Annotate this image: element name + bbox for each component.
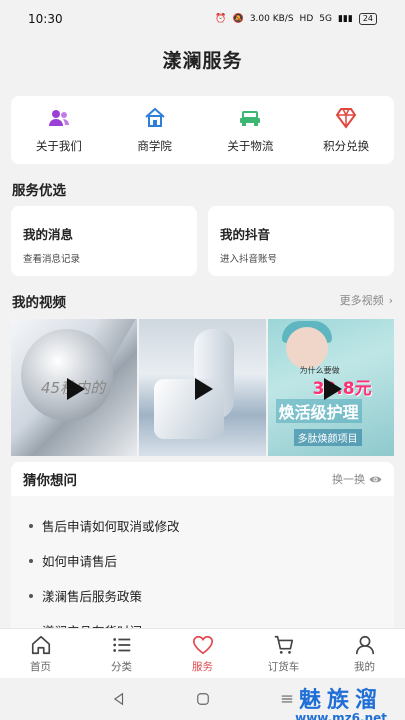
- tab-label: 首页: [30, 660, 51, 673]
- device-image: [154, 379, 225, 439]
- faq-item-text: 漾澜售后服务政策: [42, 589, 143, 604]
- quick-action-points-exchange[interactable]: 积分兑换: [298, 96, 394, 164]
- user-icon: [355, 635, 374, 654]
- bottom-tab-bar: 首页 分类 服务 订货车 我的: [0, 628, 405, 678]
- faq-item-text: 如何申请售后: [42, 554, 118, 569]
- more-videos-label: 更多视频: [339, 294, 384, 307]
- network-type: 5G: [319, 14, 332, 24]
- users-icon: [48, 110, 69, 126]
- quick-action-label: 积分兑换: [323, 139, 370, 153]
- feature-card-subtitle: 查看消息记录: [23, 254, 81, 265]
- status-bar: 10:30 ⏰ 🔕 3.00 KB/S HD 5G ▮▮▮ 24: [0, 0, 405, 38]
- service-section-title: 服务优选: [12, 183, 66, 199]
- status-time: 10:30: [28, 12, 63, 26]
- eye-icon: [369, 476, 382, 482]
- video-caption-main: 焕活级护理: [275, 399, 362, 423]
- video-caption-sub: 多肽焕颜项目: [293, 429, 362, 446]
- refresh-label: 换一换: [332, 473, 365, 486]
- page-title: 漾澜服务: [162, 50, 243, 72]
- feature-card-title: 我的抖音: [220, 227, 271, 242]
- watermark-url: www.mz6.net: [295, 711, 387, 720]
- quick-action-logistics[interactable]: 关于物流: [203, 96, 299, 164]
- faq-item-text: 售后申请如何取消或修改: [42, 519, 180, 534]
- play-icon: [67, 377, 86, 400]
- quick-action-label: 商学院: [137, 139, 172, 153]
- tab-label: 订货车: [267, 660, 300, 673]
- my-douyin-card[interactable]: 我的抖音 进入抖音账号: [208, 206, 394, 276]
- diamond-icon: [335, 108, 357, 129]
- quick-action-business-school[interactable]: 商学院: [107, 96, 203, 164]
- alarm-icon: ⏰: [215, 14, 227, 24]
- heart-icon: [192, 635, 213, 654]
- video-thumbnail[interactable]: 为什么要做 39.8元 焕活级护理 多肽焕颜项目: [267, 319, 394, 456]
- quick-actions-card: 关于我们 商学院 关于物流 积分兑换: [11, 96, 394, 164]
- video-section-title: 我的视频: [12, 295, 66, 311]
- list-icon: [112, 637, 130, 652]
- signal-icon: ▮▮▮: [337, 14, 353, 24]
- tab-service[interactable]: 服务: [162, 629, 243, 678]
- person-image: [285, 327, 328, 369]
- home-icon: [31, 635, 50, 654]
- tab-label: 服务: [192, 660, 213, 673]
- battery-icon: 24: [358, 13, 377, 25]
- faq-card: 猜你想问 换一换 售后申请如何取消或修改 如何申请售后 漾澜售后服务政策 漾澜产…: [11, 462, 394, 637]
- quick-action-label: 关于我们: [35, 139, 82, 153]
- more-videos-link[interactable]: 更多视频 ›: [340, 292, 393, 308]
- video-price: 39.8元: [312, 379, 372, 399]
- tab-category[interactable]: 分类: [81, 629, 162, 678]
- bullet-icon: [29, 523, 33, 528]
- device-image: [21, 329, 113, 421]
- faq-item[interactable]: 如何申请售后: [11, 543, 394, 578]
- bullet-icon: [29, 593, 33, 598]
- watermark: 魅族溜 www.mz6.net: [295, 682, 387, 720]
- tab-cart[interactable]: 订货车: [243, 629, 324, 678]
- tab-label: 分类: [111, 660, 132, 673]
- quick-action-label: 关于物流: [227, 139, 274, 153]
- tab-label: 我的: [354, 660, 375, 673]
- video-thumbnail[interactable]: 45秒内的: [11, 319, 138, 456]
- faq-item[interactable]: 售后申请如何取消或修改: [11, 508, 394, 543]
- home-icon: [144, 107, 165, 127]
- home-nav-icon[interactable]: [196, 692, 210, 706]
- feature-card-title: 我的消息: [23, 227, 74, 242]
- my-messages-card[interactable]: 我的消息 查看消息记录: [11, 206, 197, 276]
- video-list: 45秒内的 为什么要做 39.8元 焕活级护理 多肽焕颜项目: [11, 319, 394, 456]
- video-thumbnail[interactable]: [139, 319, 266, 456]
- status-icons: ⏰ 🔕 3.00 KB/S HD 5G ▮▮▮ 24: [215, 13, 377, 25]
- back-icon[interactable]: [112, 692, 126, 706]
- car-icon: [240, 111, 261, 126]
- faq-list: 售后申请如何取消或修改 如何申请售后 漾澜售后服务政策 漾澜产品有货时间: [11, 496, 394, 637]
- mute-icon: 🔕: [232, 14, 244, 24]
- hd-badge: HD: [299, 14, 314, 24]
- tab-home[interactable]: 首页: [0, 629, 81, 678]
- faq-header: 猜你想问 换一换: [11, 462, 394, 496]
- watermark-brand: 魅族溜: [299, 688, 384, 713]
- cart-icon: [274, 635, 293, 654]
- tab-mine[interactable]: 我的: [324, 629, 405, 678]
- play-icon: [195, 377, 214, 400]
- feature-card-subtitle: 进入抖音账号: [220, 254, 278, 265]
- faq-title: 猜你想问: [23, 473, 77, 489]
- play-icon: [323, 377, 342, 400]
- network-speed: 3.00 KB/S: [249, 14, 294, 24]
- refresh-button[interactable]: 换一换: [332, 471, 382, 487]
- quick-action-about-us[interactable]: 关于我们: [11, 96, 107, 164]
- bullet-icon: [29, 558, 33, 563]
- menu-icon[interactable]: [280, 692, 294, 706]
- faq-item[interactable]: 漾澜售后服务政策: [11, 578, 394, 613]
- chevron-right-icon: ›: [388, 293, 393, 307]
